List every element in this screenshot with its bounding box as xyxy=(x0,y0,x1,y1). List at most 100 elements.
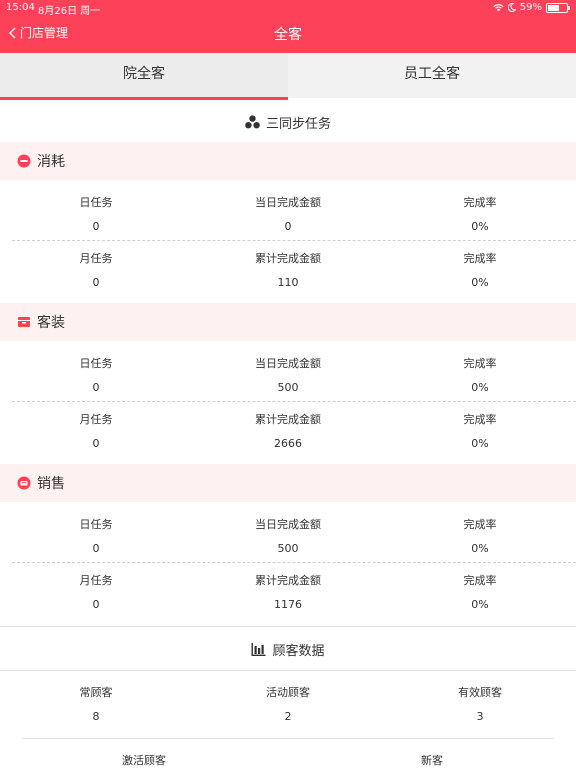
tab-store-customers[interactable]: 院全客 xyxy=(0,53,288,100)
stat-label: 常顾客 xyxy=(79,686,113,699)
section-title: 销售 xyxy=(37,476,65,492)
stat-valid-customers[interactable]: 有效顾客 3 xyxy=(384,683,576,729)
stat-value: 0 xyxy=(92,437,100,450)
stat-label: 月任务 xyxy=(79,574,113,587)
customer-stat-row-2: 激活顾客 新客 xyxy=(0,751,576,768)
section-header-customer-package: 客装 xyxy=(0,303,576,341)
divider xyxy=(0,670,576,671)
stat-reactivated-customers[interactable]: 激活顾客 xyxy=(0,751,288,768)
stat-label: 完成率 xyxy=(463,196,497,209)
stat-daily-task: 日任务 0 xyxy=(0,515,192,561)
tab-bar: 院全客 员工全客 xyxy=(0,53,576,100)
stat-label: 月任务 xyxy=(79,413,113,426)
divider xyxy=(22,738,554,739)
stat-label: 有效顾客 xyxy=(458,686,502,699)
section-title: 客装 xyxy=(37,315,65,331)
stat-monthly-rate: 完成率 0% xyxy=(384,249,576,295)
tab-staff-customers[interactable]: 员工全客 xyxy=(288,53,576,98)
stat-value: 0% xyxy=(471,220,489,233)
stat-active-customers[interactable]: 活动顾客 2 xyxy=(192,683,384,729)
bar-chart-icon xyxy=(251,642,266,656)
stat-label: 活动顾客 xyxy=(266,686,310,699)
stat-value: 110 xyxy=(277,276,299,289)
section-header-consume: 消耗 xyxy=(0,142,576,180)
stat-value: 0 xyxy=(284,220,292,233)
stat-label: 日任务 xyxy=(79,196,113,209)
stat-value: 500 xyxy=(277,542,299,555)
stat-label: 完成率 xyxy=(463,357,497,370)
stat-value: 0 xyxy=(92,381,100,394)
status-date: 8月26日 周一 xyxy=(38,6,101,17)
stat-value: 0 xyxy=(92,598,100,611)
stat-value: 0 xyxy=(92,542,100,555)
stat-label: 月任务 xyxy=(79,252,113,265)
wifi-icon xyxy=(493,4,504,12)
stat-monthly-rate: 完成率 0% xyxy=(384,571,576,617)
stat-monthly-task: 月任务 0 xyxy=(0,410,192,456)
battery-icon xyxy=(546,2,570,13)
stat-cumulative-amount: 累计完成金额 2666 xyxy=(192,410,384,456)
dashed-divider xyxy=(12,401,576,402)
stat-value: 0% xyxy=(471,598,489,611)
stat-label: 累计完成金额 xyxy=(255,413,321,426)
status-bar: 15:04 8月26日 周一 59% xyxy=(0,0,576,17)
stat-new-customers[interactable]: 新客 xyxy=(288,751,576,768)
stat-label: 完成率 xyxy=(463,252,497,265)
stat-row-monthly: 月任务 0 累计完成金额 2666 完成率 0% xyxy=(0,410,576,466)
dashed-divider xyxy=(12,240,576,241)
stat-label: 完成率 xyxy=(463,518,497,531)
stat-label: 当日完成金额 xyxy=(255,518,321,531)
page-title: 全客 xyxy=(274,27,302,43)
minus-circle-icon xyxy=(17,154,31,168)
status-indicators: 59% xyxy=(493,2,570,13)
stat-label: 累计完成金额 xyxy=(255,252,321,265)
stat-label: 当日完成金额 xyxy=(255,196,321,209)
stat-daily-amount: 当日完成金额 0 xyxy=(192,193,384,239)
battery-percent: 59% xyxy=(519,2,542,13)
stat-monthly-task: 月任务 0 xyxy=(0,571,192,617)
stat-label: 日任务 xyxy=(79,357,113,370)
stat-value: 0% xyxy=(471,542,489,555)
stat-value: 0% xyxy=(471,381,489,394)
stat-daily-task: 日任务 0 xyxy=(0,354,192,400)
section-title: 消耗 xyxy=(37,154,65,170)
dashed-divider xyxy=(12,562,576,563)
stat-regular-customers[interactable]: 常顾客 8 xyxy=(0,683,192,729)
divider xyxy=(0,626,576,627)
stat-daily-task: 日任务 0 xyxy=(0,193,192,239)
stat-label: 完成率 xyxy=(463,413,497,426)
section-header-sales: 销售 xyxy=(0,464,576,502)
sync-tasks-row[interactable]: 三同步任务 xyxy=(0,102,576,142)
stat-value: 0 xyxy=(92,220,100,233)
stat-value: 0% xyxy=(471,437,489,450)
stat-label: 当日完成金额 xyxy=(255,357,321,370)
stat-cumulative-amount: 累计完成金额 1176 xyxy=(192,571,384,617)
sync-label: 三同步任务 xyxy=(265,116,331,132)
stat-monthly-rate: 完成率 0% xyxy=(384,410,576,456)
stat-cumulative-amount: 累计完成金额 110 xyxy=(192,249,384,295)
stat-row-monthly: 月任务 0 累计完成金额 1176 完成率 0% xyxy=(0,571,576,627)
stat-monthly-task: 月任务 0 xyxy=(0,249,192,295)
sync-icon xyxy=(245,115,260,129)
customer-data-header[interactable]: 顾客数据 xyxy=(0,630,576,668)
stat-daily-rate: 完成率 0% xyxy=(384,193,576,239)
stat-label: 完成率 xyxy=(463,574,497,587)
stat-row-monthly: 月任务 0 累计完成金额 110 完成率 0% xyxy=(0,249,576,305)
stat-value: 2 xyxy=(284,710,292,723)
stat-daily-amount: 当日完成金额 500 xyxy=(192,515,384,561)
app-header: 15:04 8月26日 周一 59% 门店管理 全客 xyxy=(0,0,576,53)
status-time: 15:04 xyxy=(6,2,35,13)
stat-daily-amount: 当日完成金额 500 xyxy=(192,354,384,400)
stat-value: 1176 xyxy=(274,598,302,611)
sales-icon xyxy=(17,476,31,490)
stat-value: 8 xyxy=(92,710,100,723)
stat-label: 累计完成金额 xyxy=(255,574,321,587)
stat-label: 激活顾客 xyxy=(122,754,166,767)
customer-stat-row: 常顾客 8 活动顾客 2 有效顾客 3 xyxy=(0,683,576,739)
stat-value: 0% xyxy=(471,276,489,289)
stat-daily-rate: 完成率 0% xyxy=(384,515,576,561)
navigation-bar: 门店管理 全客 xyxy=(0,20,576,48)
stat-value: 0 xyxy=(92,276,100,289)
stat-label: 新客 xyxy=(421,754,443,767)
moon-icon xyxy=(507,3,516,12)
